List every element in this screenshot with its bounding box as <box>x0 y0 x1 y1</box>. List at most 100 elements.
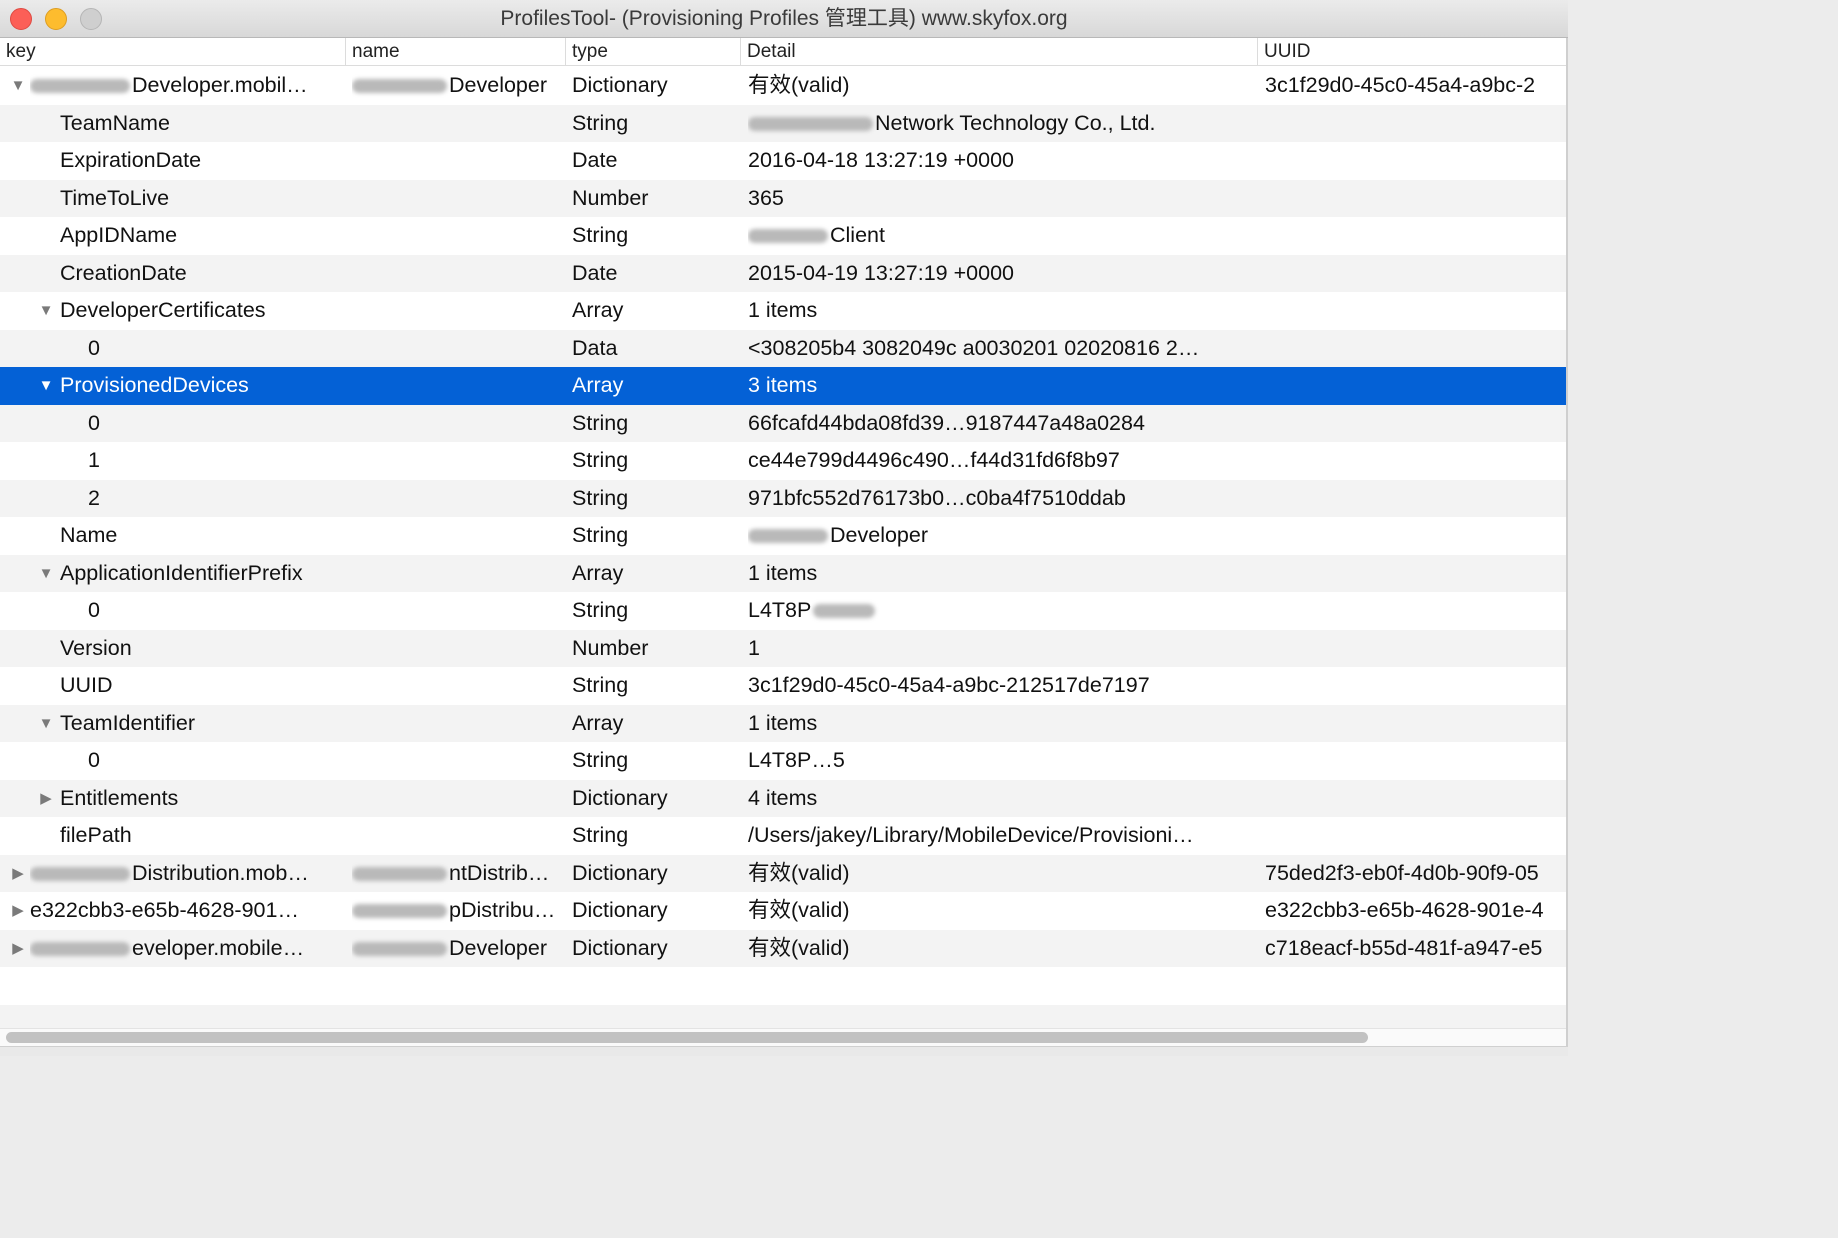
outline-view[interactable]: ▼ Developer.mobil… Developer Dictionary 有效(v… <box>0 67 1568 967</box>
name-cell <box>352 330 562 368</box>
redacted-mark <box>352 79 447 94</box>
key-cell: TeamName <box>0 105 340 143</box>
outline-row[interactable]: ExpirationDate Date 2016-04-18 13:27:19 +0… <box>0 142 1568 180</box>
scrollbar-thumb[interactable] <box>6 1032 1368 1043</box>
outline-row[interactable]: 0 String L4T8P <box>0 592 1568 630</box>
uuid-cell <box>1265 630 1568 668</box>
disclosure-closed-icon[interactable]: ▶ <box>10 892 26 930</box>
uuid-cell: 3c1f29d0-45c0-45a4-a9bc-2 <box>1265 73 1536 97</box>
outline-row[interactable]: Version Number 1 <box>0 629 1568 668</box>
outline-row[interactable]: Name String Developer <box>0 517 1568 555</box>
outline-row[interactable]: TeamName String Network Technology Co., Lt… <box>0 104 1568 143</box>
key-cell: ▼ ApplicationIdentifierPrefix <box>0 555 340 593</box>
type-cell: Data <box>572 335 618 360</box>
disclosure-closed-icon[interactable]: ▶ <box>10 855 26 893</box>
key-label: eveloper.mobile… <box>132 935 305 960</box>
outline-row[interactable]: 0 String 66fcafd44bda08fd39…9187447a48a028… <box>0 404 1568 442</box>
key-cell: ▼ TeamIdentifier <box>0 705 340 743</box>
outline-row[interactable]: 2 String 971bfc552d76173b0…c0ba4f7510ddab <box>0 479 1568 518</box>
horizontal-scrollbar[interactable] <box>0 1028 1568 1046</box>
key-cell: ▶ eveloper.mobile… <box>0 930 340 968</box>
title-bar: ProfilesTool- (Provisioning Profiles 管理工… <box>0 0 1568 38</box>
uuid-cell: e322cbb3-e65b-4628-901e-4 <box>1265 898 1544 922</box>
key-cell: 2 <box>0 480 340 518</box>
redacted-mark <box>352 904 447 919</box>
column-header-detail[interactable]: Detail <box>740 38 1257 65</box>
key-cell: ▶ Distribution.mob… <box>0 855 340 893</box>
window-bottom-edge <box>0 1046 1568 1056</box>
detail-label: 971bfc552d76173b0…c0ba4f7510ddab <box>748 485 1126 510</box>
key-label: filePath <box>60 823 132 847</box>
detail-cell: L4T8P…5 <box>748 742 1258 780</box>
redacted-mark <box>352 866 447 881</box>
column-header-name[interactable]: name <box>345 38 565 65</box>
detail-cell: 有效(valid) <box>748 67 1258 105</box>
type-cell: Number <box>572 635 649 660</box>
outline-row[interactable]: ▶ Distribution.mob… ntDistrib… Dictionary 有效… <box>0 854 1568 893</box>
outline-row[interactable]: 1 String ce44e799d4496c490…f44d31fd6f8b97 <box>0 442 1568 480</box>
redacted-mark <box>352 941 447 956</box>
detail-cell: 有效(valid) <box>748 892 1258 930</box>
outline-row[interactable]: TimeToLive Number 365 <box>0 179 1568 217</box>
detail-cell: Client <box>748 217 1258 255</box>
uuid-cell: c718eacf-b55d-481f-a947-e5 <box>1265 935 1543 960</box>
name-cell <box>352 105 562 143</box>
disclosure-closed-icon[interactable]: ▶ <box>10 930 26 968</box>
key-text: TeamIdentifier <box>60 705 195 743</box>
outline-row[interactable]: filePath String/Users/jakey/Library/Mobil… <box>0 817 1568 855</box>
detail-cell: 1 items <box>748 555 1258 593</box>
outline-row[interactable]: ▼ ApplicationIdentifierPrefix Array 1 items <box>0 554 1568 593</box>
column-header-type[interactable]: type <box>565 38 740 65</box>
key-text: Developer.mobil… <box>30 67 308 105</box>
column-header-uuid[interactable]: UUID <box>1257 38 1568 65</box>
detail-label: 66fcafd44bda08fd39…9187447a48a0284 <box>748 410 1145 435</box>
outline-row[interactable]: 0 String L4T8P…5 <box>0 742 1568 780</box>
name-cell <box>352 817 562 855</box>
outline-row[interactable]: 0 Data <308205b4 3082049c a0030201 0202081… <box>0 329 1568 368</box>
detail-cell: /Users/jakey/Library/MobileDevice/Provis… <box>748 817 1258 855</box>
outline-row[interactable]: CreationDate Date 2015-04-19 13:27:19 +000… <box>0 254 1568 293</box>
detail-cell: 2015-04-19 13:27:19 +0000 <box>748 255 1258 293</box>
name-cell <box>352 142 562 180</box>
name-cell <box>352 592 562 630</box>
detail-label: 3 items <box>748 373 818 397</box>
type-cell: Date <box>572 260 618 285</box>
outline-row[interactable]: UUID String 3c1f29d0-45c0-45a4-a9bc-212517… <box>0 667 1568 705</box>
detail-cell: Developer <box>748 517 1258 555</box>
key-cell: AppIDName <box>0 217 340 255</box>
uuid-cell <box>1265 517 1568 555</box>
uuid-cell <box>1265 442 1568 480</box>
detail-label: 3c1f29d0-45c0-45a4-a9bc-212517de7197 <box>748 673 1150 697</box>
outline-row[interactable]: ▶ eveloper.mobile… Developer Dictionary 有效(v… <box>0 929 1568 968</box>
outline-row[interactable]: ▼ TeamIdentifier Array 1 items <box>0 704 1568 743</box>
name-cell <box>352 630 562 668</box>
outline-row[interactable]: ▶ Entitlements Dictionary 4 items <box>0 779 1568 818</box>
key-text: AppIDName <box>60 217 177 255</box>
uuid-cell <box>1265 330 1568 368</box>
outline-row[interactable]: ▼ ProvisionedDevices Array 3 items <box>0 367 1568 405</box>
key-label: Developer.mobil… <box>132 73 308 97</box>
outline-row[interactable]: ▼ Developer.mobil… Developer Dictionary 有效(v… <box>0 67 1568 105</box>
outline-row[interactable]: ▼ DeveloperCertificates Array 1 items <box>0 292 1568 330</box>
key-cell: ▼ ProvisionedDevices <box>0 367 340 405</box>
outline-row[interactable]: AppIDName String Client <box>0 217 1568 255</box>
type-cell: Array <box>572 560 624 585</box>
key-text: Distribution.mob… <box>30 855 309 893</box>
disclosure-open-icon[interactable]: ▼ <box>10 67 26 105</box>
disclosure-open-icon[interactable]: ▼ <box>38 555 54 593</box>
type-cell: String <box>572 485 629 510</box>
disclosure-open-icon[interactable]: ▼ <box>38 705 54 743</box>
redacted-mark <box>30 79 130 94</box>
uuid-cell <box>1265 142 1568 180</box>
detail-cell: 有效(valid) <box>748 855 1258 893</box>
column-header-key[interactable]: key <box>0 38 345 65</box>
uuid-cell <box>1265 817 1568 855</box>
name-cell <box>352 667 562 705</box>
type-cell: String <box>572 110 629 135</box>
disclosure-open-icon[interactable]: ▼ <box>38 367 54 405</box>
outline-row[interactable]: ▶ e322cbb3-e65b-4628-901… pDistribu… Dictio… <box>0 892 1568 930</box>
key-text: 1 <box>88 442 100 480</box>
disclosure-closed-icon[interactable]: ▶ <box>38 780 54 818</box>
key-label: Entitlements <box>60 785 179 810</box>
disclosure-open-icon[interactable]: ▼ <box>38 292 54 330</box>
